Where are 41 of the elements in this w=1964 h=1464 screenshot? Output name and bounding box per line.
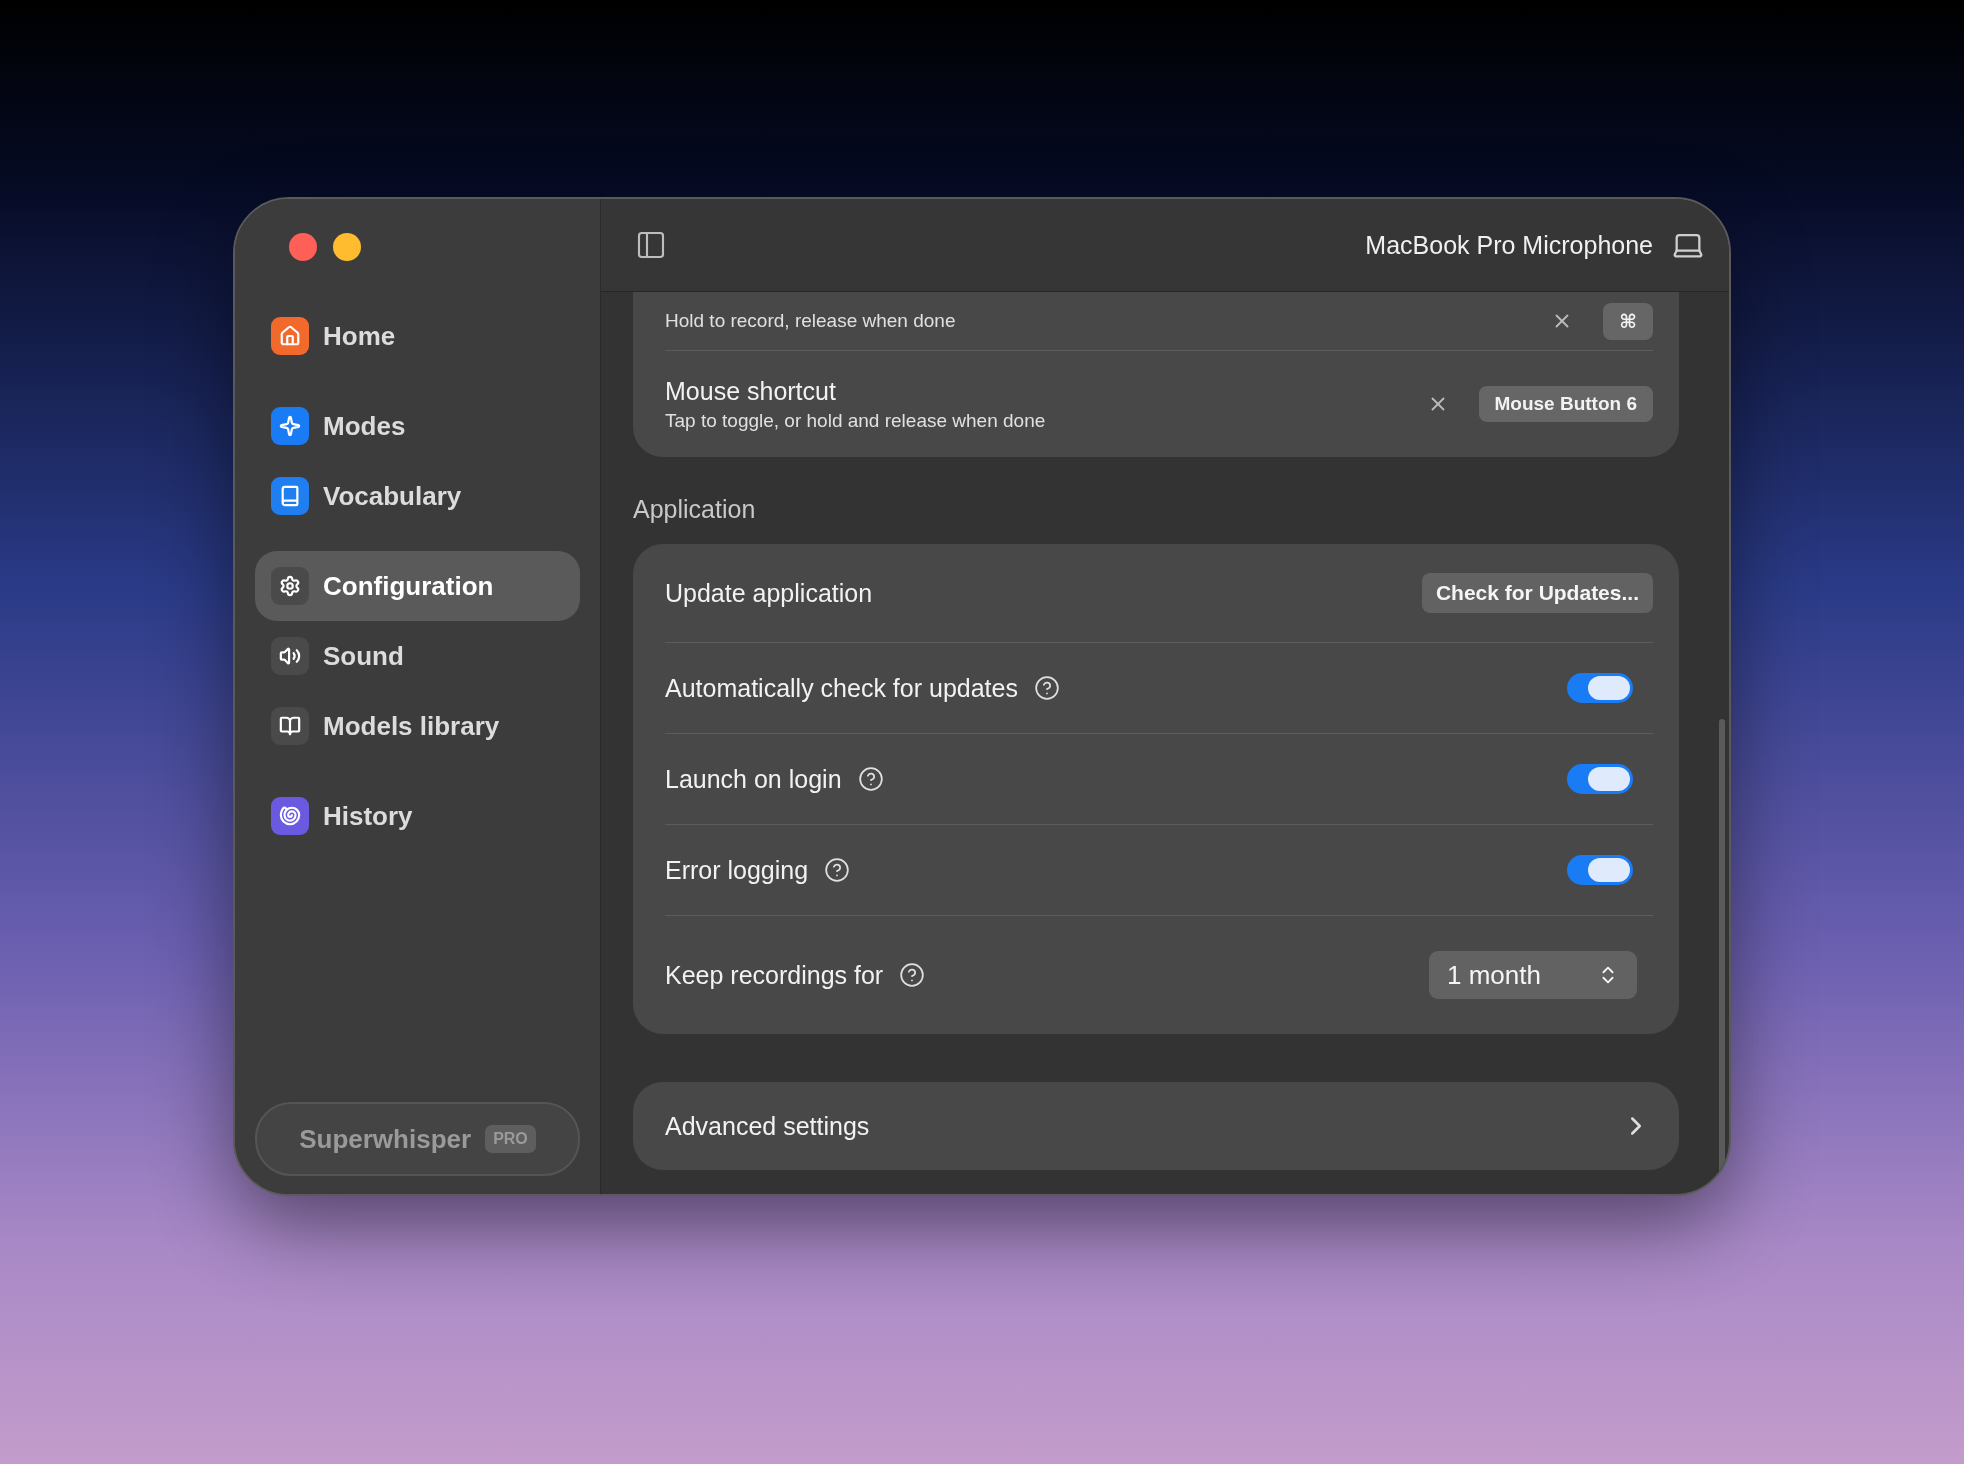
row-subtitle: Tap to toggle, or hold and release when done xyxy=(665,409,1047,432)
advanced-settings-row[interactable]: Advanced settings xyxy=(633,1082,1679,1170)
shortcut-key[interactable]: Mouse Button 6 xyxy=(1478,386,1653,422)
device-name: MacBook Pro Microphone xyxy=(1365,230,1653,260)
sparkle-icon xyxy=(271,407,309,445)
toggle-switch[interactable] xyxy=(1567,673,1633,703)
close-button[interactable] xyxy=(289,233,317,261)
toggle-switch[interactable] xyxy=(1567,764,1633,794)
check-updates-button[interactable]: Check for Updates... xyxy=(1421,573,1653,613)
open-book-icon xyxy=(271,707,309,745)
help-icon[interactable] xyxy=(824,857,851,883)
setting-label: Update application xyxy=(665,578,873,608)
row-title: Mouse shortcut xyxy=(665,376,837,406)
help-icon[interactable] xyxy=(1033,675,1060,701)
speaker-icon xyxy=(271,637,309,675)
house-icon xyxy=(271,317,309,355)
sidebar-item[interactable]: Models library xyxy=(255,691,580,761)
setting-label: Automatically check for updates xyxy=(665,673,1018,703)
sidebar-item[interactable]: Home xyxy=(255,301,580,371)
sidebar-item[interactable]: Modes xyxy=(255,391,580,461)
minimize-button[interactable] xyxy=(333,233,361,261)
sidebar-toggle-icon[interactable] xyxy=(635,229,667,261)
help-icon[interactable] xyxy=(857,766,884,792)
section-heading: Application xyxy=(633,495,757,524)
setting-label: Error logging xyxy=(665,855,809,885)
sidebar-item[interactable]: Configuration xyxy=(255,551,580,621)
sidebar-item[interactable]: Vocabulary xyxy=(255,461,580,531)
brand-name: Superwhisper xyxy=(299,1123,472,1155)
shortcut-key[interactable]: ⌘ xyxy=(1603,302,1653,340)
sidebar-item[interactable]: Sound xyxy=(255,621,580,691)
setting-label: Launch on login xyxy=(665,764,842,794)
toggle-switch[interactable] xyxy=(1567,855,1633,885)
duration-select[interactable]: 1 month xyxy=(1429,951,1637,999)
help-icon[interactable] xyxy=(899,962,926,988)
book-icon xyxy=(271,477,309,515)
pro-badge: PRO xyxy=(485,1125,536,1153)
setting-label: Keep recordings for xyxy=(665,960,884,990)
row-subtitle: Hold to record, release when done xyxy=(665,310,957,332)
sidebar-item[interactable]: History xyxy=(255,781,580,851)
shell-icon xyxy=(271,797,309,835)
gear-icon xyxy=(271,567,309,605)
